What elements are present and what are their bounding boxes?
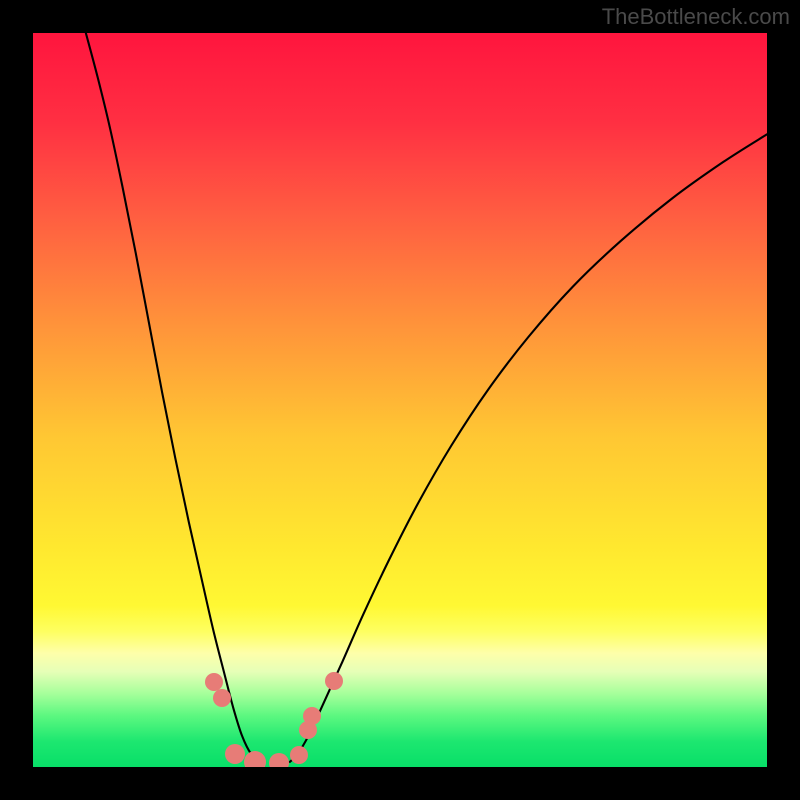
data-marker <box>225 744 245 764</box>
data-marker <box>269 753 289 767</box>
data-marker <box>325 672 343 690</box>
data-marker <box>213 689 231 707</box>
plot-area <box>33 33 767 767</box>
watermark-text: TheBottleneck.com <box>602 4 790 30</box>
data-marker <box>290 746 308 764</box>
background-gradient <box>33 33 767 767</box>
outer-frame: TheBottleneck.com <box>0 0 800 800</box>
data-marker <box>303 707 321 725</box>
data-marker <box>244 751 266 767</box>
